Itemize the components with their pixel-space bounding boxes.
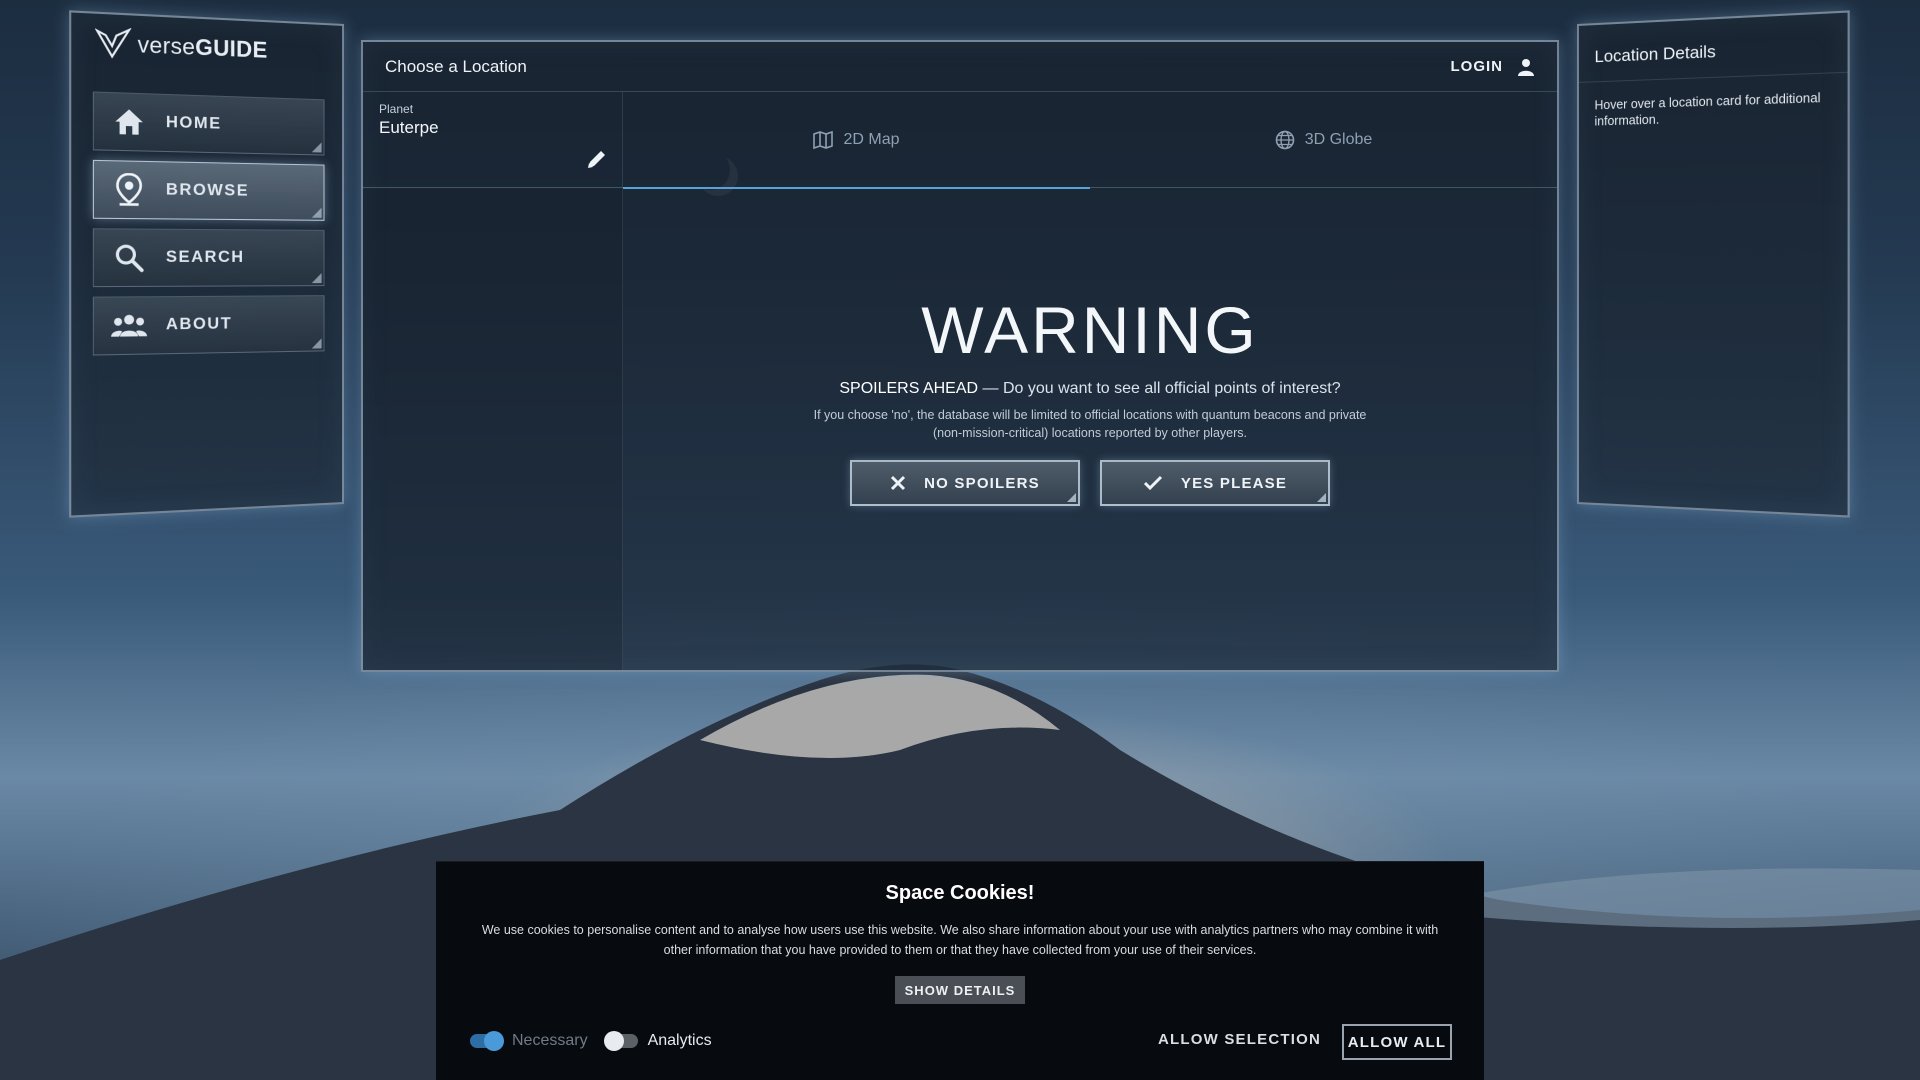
tab-label: 3D Globe	[1304, 131, 1373, 148]
show-details-button[interactable]: SHOW DETAILS	[895, 976, 1025, 1004]
sidebar-panel: verseGUIDE HOME BROWSE SEARCH ABOUT	[69, 10, 344, 518]
warning-choices: NO SPOILERS YES PLEASE	[623, 460, 1557, 506]
cookie-toggles: Necessary Analytics	[470, 1031, 730, 1051]
map-icon	[813, 130, 834, 150]
page-title: Choose a Location	[385, 56, 527, 76]
planet-value: Euterpe	[379, 118, 439, 137]
warning-question-strong: SPOILERS AHEAD	[839, 380, 979, 397]
selector-bar: Planet Euterpe 2D Map 3D Globe	[363, 92, 1557, 189]
sidebar-item-about[interactable]: ABOUT	[92, 295, 325, 356]
cookie-banner: Space Cookies! We use cookies to persona…	[436, 861, 1484, 1080]
sidebar-item-label: HOME	[165, 113, 222, 133]
sidebar-item-home[interactable]: HOME	[92, 91, 325, 156]
planet-selector[interactable]: Planet Euterpe	[363, 92, 623, 188]
close-icon	[891, 475, 906, 491]
analytics-label: Analytics	[647, 1032, 712, 1049]
login-label: LOGIN	[1450, 58, 1503, 75]
planet-label: Planet	[379, 102, 414, 116]
sidebar-item-label: BROWSE	[165, 181, 250, 200]
spoiler-warning: WARNING SPOILERS AHEAD — Do you want to …	[623, 292, 1557, 506]
sidebar-item-search[interactable]: SEARCH	[92, 228, 325, 288]
login-button[interactable]: LOGIN	[1451, 58, 1536, 76]
warning-question-rest: — Do you want to see all official points…	[978, 380, 1341, 397]
view-tabs: 2D Map 3D Globe	[623, 92, 1557, 189]
allow-selection-button[interactable]: ALLOW SELECTION	[1158, 1031, 1321, 1048]
tab-label: 2D Map	[843, 131, 900, 148]
tab-3d-globe[interactable]: 3D Globe	[1090, 92, 1557, 188]
necessary-label: Necessary	[512, 1032, 588, 1049]
warning-title: WARNING	[921, 293, 1259, 367]
sidebar-item-browse[interactable]: BROWSE	[92, 159, 325, 221]
no-spoilers-button[interactable]: NO SPOILERS	[850, 460, 1080, 506]
pencil-icon[interactable]	[586, 148, 608, 170]
user-icon	[1518, 58, 1534, 76]
no-spoilers-label: NO SPOILERS	[924, 474, 1040, 492]
location-details-panel: Location Details Hover over a location c…	[1577, 10, 1850, 518]
details-hint: Hover over a location card for additiona…	[1594, 90, 1821, 129]
location-chooser-panel: Choose a Location LOGIN Planet Euterpe 2…	[361, 40, 1559, 672]
logo-icon	[95, 26, 131, 61]
home-icon	[111, 104, 147, 141]
cookie-title: Space Cookies!	[885, 882, 1035, 904]
allow-all-button[interactable]: ALLOW ALL	[1342, 1024, 1452, 1060]
toggle-knob	[603, 1031, 624, 1051]
necessary-toggle[interactable]	[470, 1031, 504, 1051]
checkmark-icon	[1143, 475, 1162, 491]
details-divider	[1578, 71, 1848, 83]
location-list-column	[363, 189, 623, 670]
sidebar-item-label: SEARCH	[165, 248, 245, 267]
globe-icon	[1275, 130, 1295, 150]
analytics-toggle[interactable]	[603, 1031, 638, 1051]
search-icon	[111, 240, 147, 276]
users-icon	[111, 308, 148, 344]
panel-header: Choose a Location LOGIN	[363, 42, 1557, 92]
sidebar-item-label: ABOUT	[165, 315, 233, 334]
cookie-text: We use cookies to personalise content an…	[481, 923, 1439, 957]
map-pin-icon	[111, 172, 147, 208]
app-logo[interactable]: verseGUIDE	[95, 26, 268, 67]
toggle-knob	[484, 1031, 504, 1051]
tab-2d-map[interactable]: 2D Map	[623, 92, 1090, 189]
details-title: Location Details	[1594, 41, 1716, 67]
warning-note: If you choose 'no', the database will be…	[813, 408, 1367, 440]
yes-please-label: YES PLEASE	[1180, 474, 1288, 492]
yes-please-button[interactable]: YES PLEASE	[1100, 460, 1330, 506]
warning-question: SPOILERS AHEAD — Do you want to see all …	[623, 380, 1557, 398]
logo-text: verseGUIDE	[137, 31, 268, 63]
sidebar-nav: HOME BROWSE SEARCH ABOUT	[92, 91, 325, 365]
